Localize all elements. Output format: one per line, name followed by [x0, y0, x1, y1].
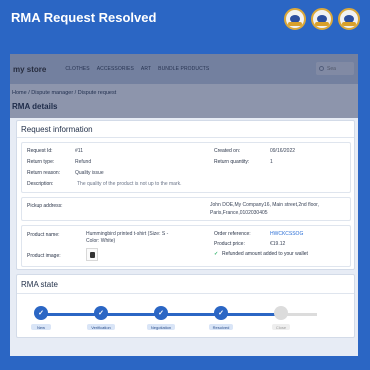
product-name-line-1: Hummingbird printed t-shirt (Size: S -	[86, 231, 169, 237]
created-on-value: 09/16/2022	[270, 148, 296, 154]
return-type-label: Return type:	[27, 159, 55, 165]
step-label-new: New	[31, 324, 51, 330]
order-reference-link[interactable]: HWCKCSSOG	[270, 231, 303, 237]
store-screenshot: my store CLOTHES ACCESSORIES ART BUNDLE …	[10, 54, 358, 356]
award-badges	[284, 8, 360, 30]
pickup-address-line-2: Paris,France,0102030405	[210, 210, 268, 216]
product-name-line-2: Color: White)	[86, 238, 116, 244]
step-label-verification: Verification	[87, 324, 115, 330]
check-icon: ✓	[158, 309, 164, 317]
award-badge-icon	[284, 8, 306, 30]
return-quantity-label: Return quantity:	[214, 159, 250, 165]
check-icon: ✓	[98, 309, 104, 317]
product-price-value: €19.12	[270, 241, 286, 247]
dim-overlay	[10, 54, 358, 118]
product-price-label: Product price:	[214, 241, 245, 247]
pickup-address-box: Pickup address: John DOE,My Company16, M…	[21, 197, 351, 221]
step-close	[274, 306, 288, 320]
product-image-label: Product image:	[27, 253, 61, 259]
step-label-negotiation: Negotiation	[147, 324, 175, 330]
product-details-box: Product name: Hummingbird printed t-shir…	[21, 225, 351, 267]
step-label-resolved: Resolved	[209, 324, 233, 330]
step-negotiation: ✓	[154, 306, 168, 320]
product-image[interactable]	[86, 248, 98, 261]
step-verification: ✓	[94, 306, 108, 320]
step-label-close: Close	[272, 324, 290, 330]
description-value: The quality of the product is not up to …	[77, 181, 182, 187]
pickup-address-label: Pickup address:	[27, 203, 63, 209]
rma-state-title: RMA state	[21, 280, 58, 289]
product-name-label: Product name:	[27, 232, 60, 238]
step-resolved: ✓	[214, 306, 228, 320]
check-icon: ✓	[218, 309, 224, 317]
rma-state-card: RMA state ✓ ✓ ✓ ✓ New Verification Negot…	[16, 274, 355, 338]
banner-title: RMA Request Resolved	[11, 10, 157, 25]
award-badge-icon	[311, 8, 333, 30]
divider	[17, 293, 354, 294]
request-id-value: #11	[75, 148, 83, 154]
order-reference-label: Order reference:	[214, 231, 251, 237]
pickup-address-line-1: John DOE,My Company16, Main street,2nd f…	[210, 202, 319, 208]
check-icon: ✓	[214, 251, 219, 257]
return-reason-label: Return reason:	[27, 170, 61, 176]
description-label: Description:	[27, 181, 54, 187]
card-title: Request information	[21, 125, 93, 134]
refund-status-text: Refunded amount added to your wallet	[222, 251, 308, 257]
award-badge-icon	[338, 8, 360, 30]
return-reason-value: Quality issue	[75, 170, 104, 176]
divider	[17, 137, 354, 138]
created-on-label: Created on:	[214, 148, 241, 154]
request-information-card: Request information Request Id: #11 Crea…	[16, 120, 355, 270]
tshirt-icon	[90, 252, 95, 258]
request-id-label: Request Id:	[27, 148, 53, 154]
return-type-value: Refund	[75, 159, 92, 165]
check-icon: ✓	[38, 309, 44, 317]
request-details-box: Request Id: #11 Created on: 09/16/2022 R…	[21, 142, 351, 193]
return-quantity-value: 1	[270, 159, 273, 165]
step-new: ✓	[34, 306, 48, 320]
